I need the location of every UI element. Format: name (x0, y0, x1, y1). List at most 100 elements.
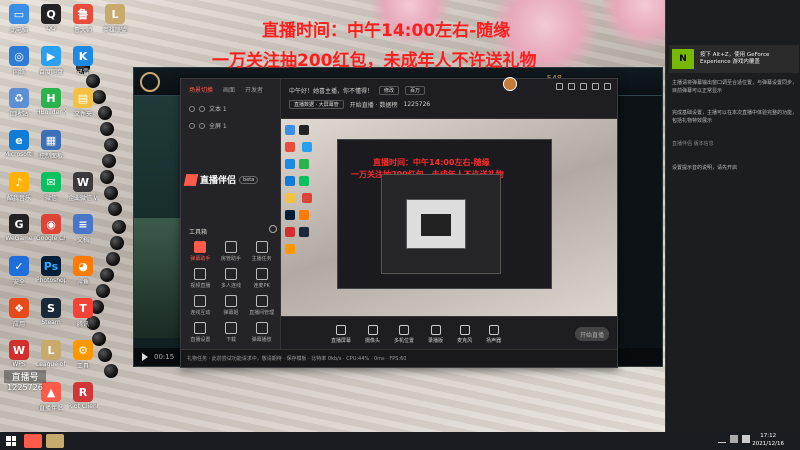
desktop-icon[interactable]: T 腾讯 (68, 298, 98, 328)
speaker-button[interactable]: 扬声器 (486, 324, 501, 344)
desktop-icon[interactable]: L 英雄联盟 (100, 4, 130, 34)
microphone-button[interactable]: 麦克风 (457, 324, 472, 344)
multi-cam-icon (399, 324, 410, 335)
wegame-icon: W (73, 172, 93, 192)
lock-icon[interactable] (199, 105, 205, 112)
settings-icon (194, 322, 207, 334)
gift-icon[interactable] (556, 83, 563, 90)
badge-title: 直播号 (4, 370, 46, 383)
clock[interactable]: 17:12 2021/12/16 (752, 433, 784, 448)
qq-icon: Q (41, 4, 61, 24)
desktop-icon[interactable]: ⚙ 工具 (68, 340, 98, 370)
desktop-icon[interactable]: ◎ 网络 (4, 46, 34, 76)
tab-scene[interactable]: 场景切换 (189, 85, 213, 94)
scene-item[interactable]: 全屏 1 (181, 117, 280, 134)
tools-title: 工具箱 (189, 229, 208, 236)
desktop-icon[interactable]: S Steam (36, 298, 66, 326)
tool-multi[interactable]: 多人连线 (216, 268, 247, 289)
nested-app-window-4 (421, 214, 451, 236)
lock-icon[interactable] (199, 122, 205, 129)
tool-settings[interactable]: 直播设置 (185, 322, 216, 343)
tool-icon: ⚙ (73, 340, 93, 360)
desktop-icon[interactable]: ▭ 此电脑 (4, 4, 34, 34)
stream-preview[interactable]: 直播时间：中午14:00左右-随缘 一万关注抽200红包，未成年人不许送礼物 (281, 119, 617, 316)
tool-grid: 弹幕助手 房管助手 主播任务 视频直播 多人连线 连麦PK 连线互动 弹幕姬 直… (185, 241, 277, 343)
camera-button[interactable]: 摄像头 (365, 324, 380, 344)
tool-pk[interactable]: 连麦PK (246, 268, 277, 289)
edit-button[interactable]: 修改 (379, 85, 400, 95)
control-panel-icon: ▦ (41, 130, 61, 150)
multi-cam-button[interactable]: 多机位置 (394, 324, 414, 344)
screen-source-button[interactable]: 直播屏幕 (331, 324, 351, 344)
desktop-icon[interactable]: W企业微信 WeGame (68, 172, 98, 202)
desktop-icon[interactable]: ❖ 应用 (4, 298, 34, 328)
tool-task[interactable]: 主播任务 (246, 241, 277, 262)
desktop-icon[interactable]: ▤ 文件夹 (68, 88, 98, 118)
desktop-icon[interactable]: ▦ 控制面板 (36, 130, 66, 160)
desktop-icon[interactable]: ♪ 酷我音乐 (4, 172, 34, 202)
desktop-icon[interactable]: W WPS (4, 340, 34, 368)
desktop-icon[interactable]: ◉Google Chrome (36, 214, 66, 242)
menu-icon[interactable] (580, 83, 587, 90)
viewer-count: 1225726 (403, 100, 431, 108)
tool-playback[interactable]: 弹幕播放 (246, 322, 277, 343)
desktop-icon[interactable]: Ps Photoshop (36, 256, 66, 284)
avatar[interactable] (503, 77, 517, 91)
close-icon[interactable] (604, 83, 611, 90)
multi-icon (224, 268, 237, 280)
notification-msg: 完成基础设置，主播可以在本次直播中体验完整的功能，包括礼物特效展示 (672, 110, 798, 124)
desktop-icon[interactable]: ≡ 文档 (68, 214, 98, 244)
tool-danmaku[interactable]: 弹幕助手 (185, 241, 216, 262)
desktop-icon[interactable]: H HBuilder X (36, 88, 66, 116)
eye-icon[interactable] (189, 122, 195, 129)
scene-tabs: 场景切换 画面 开发者 (181, 79, 280, 100)
desktop-icon[interactable]: G WeGame (4, 214, 34, 242)
desktop-icon[interactable]: ♻ 回收站 (4, 88, 34, 118)
scene-item[interactable]: 文本 1 (181, 100, 280, 117)
network-icon[interactable] (730, 435, 738, 443)
live-data-button[interactable]: 直播数据 · 大屏幕管 (289, 99, 344, 109)
up-arrow-icon[interactable] (718, 435, 726, 443)
start-button[interactable] (0, 432, 22, 450)
tab-picture[interactable]: 画面 (223, 85, 235, 94)
version-text: 直播伴侣 版本信息 (672, 141, 714, 147)
start-live-button[interactable]: 开始直播 (575, 327, 609, 341)
volume-icon[interactable] (742, 435, 750, 443)
desktop-icon[interactable]: ✉ 微信 (36, 172, 66, 202)
million-button[interactable]: 百万 (405, 85, 426, 95)
lol-logo-icon (140, 72, 160, 92)
doc-icon: ≡ (73, 214, 93, 234)
music-icon: ♪ (9, 172, 29, 192)
desktop-icon[interactable]: ✓ 安全 (4, 256, 34, 286)
tab-dev[interactable]: 开发者 (245, 85, 263, 94)
douyu-icon: ◕ (73, 256, 93, 276)
desktop-icon[interactable]: ▶ 百度网盘 (36, 46, 66, 76)
taskbar-lol-icon[interactable] (46, 434, 64, 448)
record-button[interactable]: 录播版 (428, 324, 443, 344)
tool-video[interactable]: 视频直播 (185, 268, 216, 289)
tool-admin[interactable]: 房管助手 (216, 241, 247, 262)
geforce-toast[interactable]: N 按下 Alt+Z，使用 GeForce Experience 游戏内覆盖 (669, 45, 799, 73)
desktop-icon[interactable]: eMicrosoft Edge (4, 130, 34, 158)
tool-download[interactable]: 下载 (216, 322, 247, 343)
live-companion-window[interactable]: 场景切换 画面 开发者 文本 1 全屏 1 直播伴侣 beta 工具箱 弹幕助手… (180, 77, 618, 368)
minimize-icon[interactable] (592, 83, 599, 90)
desktop-icon[interactable]: ◕ 斗鱼 (68, 256, 98, 286)
streamer-badge: 直播号 1225726 (4, 370, 46, 392)
play-icon[interactable] (142, 353, 148, 361)
tool-interact[interactable]: 连线互动 (185, 295, 216, 316)
gear-icon[interactable] (269, 225, 277, 233)
desktop-icon[interactable]: Q QQ (36, 4, 66, 32)
ludashi-icon: 鲁 (73, 4, 93, 24)
desktop-icon[interactable]: 鲁鲁大师 (68, 4, 98, 34)
desktop-icon[interactable]: K 迅雷 (68, 46, 98, 76)
tool-room[interactable]: 直播间管理 (246, 295, 277, 316)
folder-icon: ▤ (73, 88, 93, 108)
toast-line2: Experience 游戏内覆盖 (700, 59, 760, 65)
taskbar-live-app-icon[interactable] (24, 434, 42, 448)
desktop-icon[interactable]: R Riot Client (68, 382, 98, 410)
tool-danmaku-ji[interactable]: 弹幕姬 (216, 295, 247, 316)
message-icon[interactable] (568, 83, 575, 90)
eye-icon[interactable] (189, 105, 195, 112)
desktop-icon[interactable]: LLeague of Legends (36, 340, 66, 368)
